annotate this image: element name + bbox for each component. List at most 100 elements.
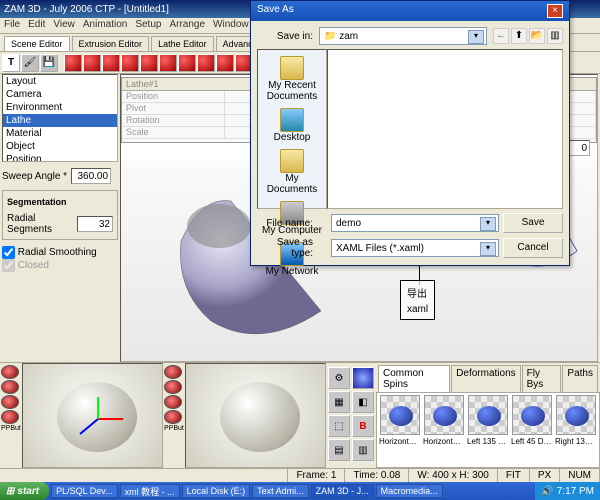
menu-animation[interactable]: Animation: [83, 19, 127, 32]
saveastype-combo[interactable]: XAML Files (*.xaml): [331, 239, 499, 257]
places-bar: My Recent Documents Desktop My Documents…: [257, 49, 327, 209]
paint-tool-icon[interactable]: 🖌: [21, 54, 39, 72]
light-icon[interactable]: [164, 380, 182, 394]
globe-icon[interactable]: [352, 367, 374, 389]
spins-tab-flybys[interactable]: Fly Bys: [522, 365, 562, 392]
prop-row: Position: [122, 91, 172, 102]
hierarchy-item[interactable]: Camera: [3, 88, 117, 101]
hierarchy-item[interactable]: Position: [3, 153, 117, 162]
spin-thumb-icon: [556, 395, 596, 435]
spins-tab-deformations[interactable]: Deformations: [451, 365, 520, 392]
spin-item[interactable]: Left 45 Degr: [511, 395, 553, 465]
tool-icon[interactable]: ⬚: [328, 415, 350, 437]
spin-item[interactable]: Horizontal Ri: [423, 395, 465, 465]
tool-icon[interactable]: ◧: [352, 391, 374, 413]
hierarchy-item[interactable]: Layout: [3, 75, 117, 88]
status-fit[interactable]: FIT: [498, 469, 530, 482]
taskbar-item[interactable]: Local Disk (E:): [182, 484, 251, 498]
newfolder-icon[interactable]: 📂: [529, 28, 545, 44]
tool-icon[interactable]: ▤: [328, 439, 350, 461]
dialog-titlebar[interactable]: Save As ×: [251, 1, 569, 21]
up-icon[interactable]: ⬆: [511, 28, 527, 44]
status-px[interactable]: PX: [530, 469, 560, 482]
light-icon[interactable]: [164, 365, 182, 379]
menu-setup[interactable]: Setup: [135, 19, 161, 32]
start-button[interactable]: ⊞start: [0, 482, 49, 500]
left-panel: Layout Camera Environment Lathe Material…: [2, 74, 118, 272]
spin-thumb-icon: [468, 395, 508, 435]
taskbar-item[interactable]: Macromedia...: [376, 484, 443, 498]
taskbar-item[interactable]: Text Admi...: [252, 484, 309, 498]
primitive-icon[interactable]: [102, 54, 120, 72]
primitive-icon[interactable]: [121, 54, 139, 72]
savein-combo[interactable]: 📁 zam: [319, 27, 487, 45]
preview-2[interactable]: [185, 363, 326, 468]
taskbar-item[interactable]: xml 教程 - ...: [120, 484, 180, 498]
beta-icon[interactable]: B: [352, 415, 374, 437]
tray-icon[interactable]: 🔊: [541, 486, 553, 497]
close-icon[interactable]: ×: [547, 4, 563, 18]
light-icon[interactable]: [1, 365, 19, 379]
primitive-icon[interactable]: [197, 54, 215, 72]
tool-icon[interactable]: ▥: [352, 439, 374, 461]
cancel-button[interactable]: Cancel: [503, 238, 563, 258]
file-list[interactable]: [327, 49, 563, 209]
saveastype-label: Save as type:: [257, 237, 313, 259]
annotation-callout: 导出xaml: [400, 280, 435, 320]
tab-lathe-editor[interactable]: Lathe Editor: [151, 36, 214, 51]
primitive-icon[interactable]: [140, 54, 158, 72]
light-icon[interactable]: [1, 380, 19, 394]
hierarchy-item-selected[interactable]: Lathe: [3, 114, 117, 127]
menu-file[interactable]: File: [4, 19, 20, 32]
spin-item[interactable]: Horizontal Le: [379, 395, 421, 465]
gear-icon[interactable]: ⚙: [328, 367, 350, 389]
menu-edit[interactable]: Edit: [28, 19, 45, 32]
menu-view[interactable]: View: [53, 19, 75, 32]
primitive-icon[interactable]: [178, 54, 196, 72]
menu-arrange[interactable]: Arrange: [169, 19, 205, 32]
place-desktop[interactable]: Desktop: [274, 108, 311, 143]
filename-input[interactable]: demo: [331, 214, 499, 232]
light-buttons: PPBut: [0, 363, 22, 468]
spin-item[interactable]: Left 135 Deg: [467, 395, 509, 465]
radial-smoothing-checkbox[interactable]: Radial Smoothing: [2, 247, 97, 258]
views-icon[interactable]: ▥: [547, 28, 563, 44]
status-num: NUM: [560, 469, 600, 482]
tool-icon[interactable]: ▦: [328, 391, 350, 413]
spins-tab-common[interactable]: Common Spins: [378, 365, 450, 392]
hierarchy-item[interactable]: Material: [3, 127, 117, 140]
radial-segments-value[interactable]: 32: [77, 216, 113, 232]
primitive-icon[interactable]: [216, 54, 234, 72]
preview-1[interactable]: [22, 363, 163, 468]
save-icon[interactable]: 💾: [40, 54, 58, 72]
sweep-value[interactable]: 360.00: [71, 168, 111, 184]
menu-window[interactable]: Window: [213, 19, 249, 32]
spin-item[interactable]: Right 135 De: [555, 395, 597, 465]
primitive-icon[interactable]: [159, 54, 177, 72]
light-icon[interactable]: [164, 410, 182, 424]
light-icon[interactable]: [1, 410, 19, 424]
hierarchy-item[interactable]: Object: [3, 140, 117, 153]
light-icon[interactable]: [164, 395, 182, 409]
text-tool-icon[interactable]: T: [2, 54, 20, 72]
system-tray[interactable]: 🔊7:17 PM: [535, 482, 600, 500]
taskbar-item[interactable]: PL/SQL Dev...: [51, 484, 118, 498]
light-icon[interactable]: [1, 395, 19, 409]
segmentation-group: Segmentation Radial Segments 32: [2, 190, 118, 240]
spin-thumb-icon: [380, 395, 420, 435]
spins-tab-paths[interactable]: Paths: [562, 365, 598, 392]
primitive-icon[interactable]: [64, 54, 82, 72]
save-button[interactable]: Save: [503, 213, 563, 233]
documents-icon: [280, 149, 304, 173]
primitive-icon[interactable]: [83, 54, 101, 72]
closed-checkbox[interactable]: Closed: [2, 260, 49, 271]
status-frame: Frame: 1: [288, 469, 345, 482]
hierarchy-item[interactable]: Environment: [3, 101, 117, 114]
taskbar-item[interactable]: ZAM 3D - J...: [311, 484, 374, 498]
tab-scene-editor[interactable]: Scene Editor: [4, 36, 70, 51]
place-recent[interactable]: My Recent Documents: [260, 56, 324, 102]
tab-extrusion-editor[interactable]: Extrusion Editor: [72, 36, 150, 51]
place-mydocs[interactable]: My Documents: [260, 149, 324, 195]
back-icon[interactable]: ←: [493, 28, 509, 44]
hierarchy-list[interactable]: Layout Camera Environment Lathe Material…: [2, 74, 118, 162]
